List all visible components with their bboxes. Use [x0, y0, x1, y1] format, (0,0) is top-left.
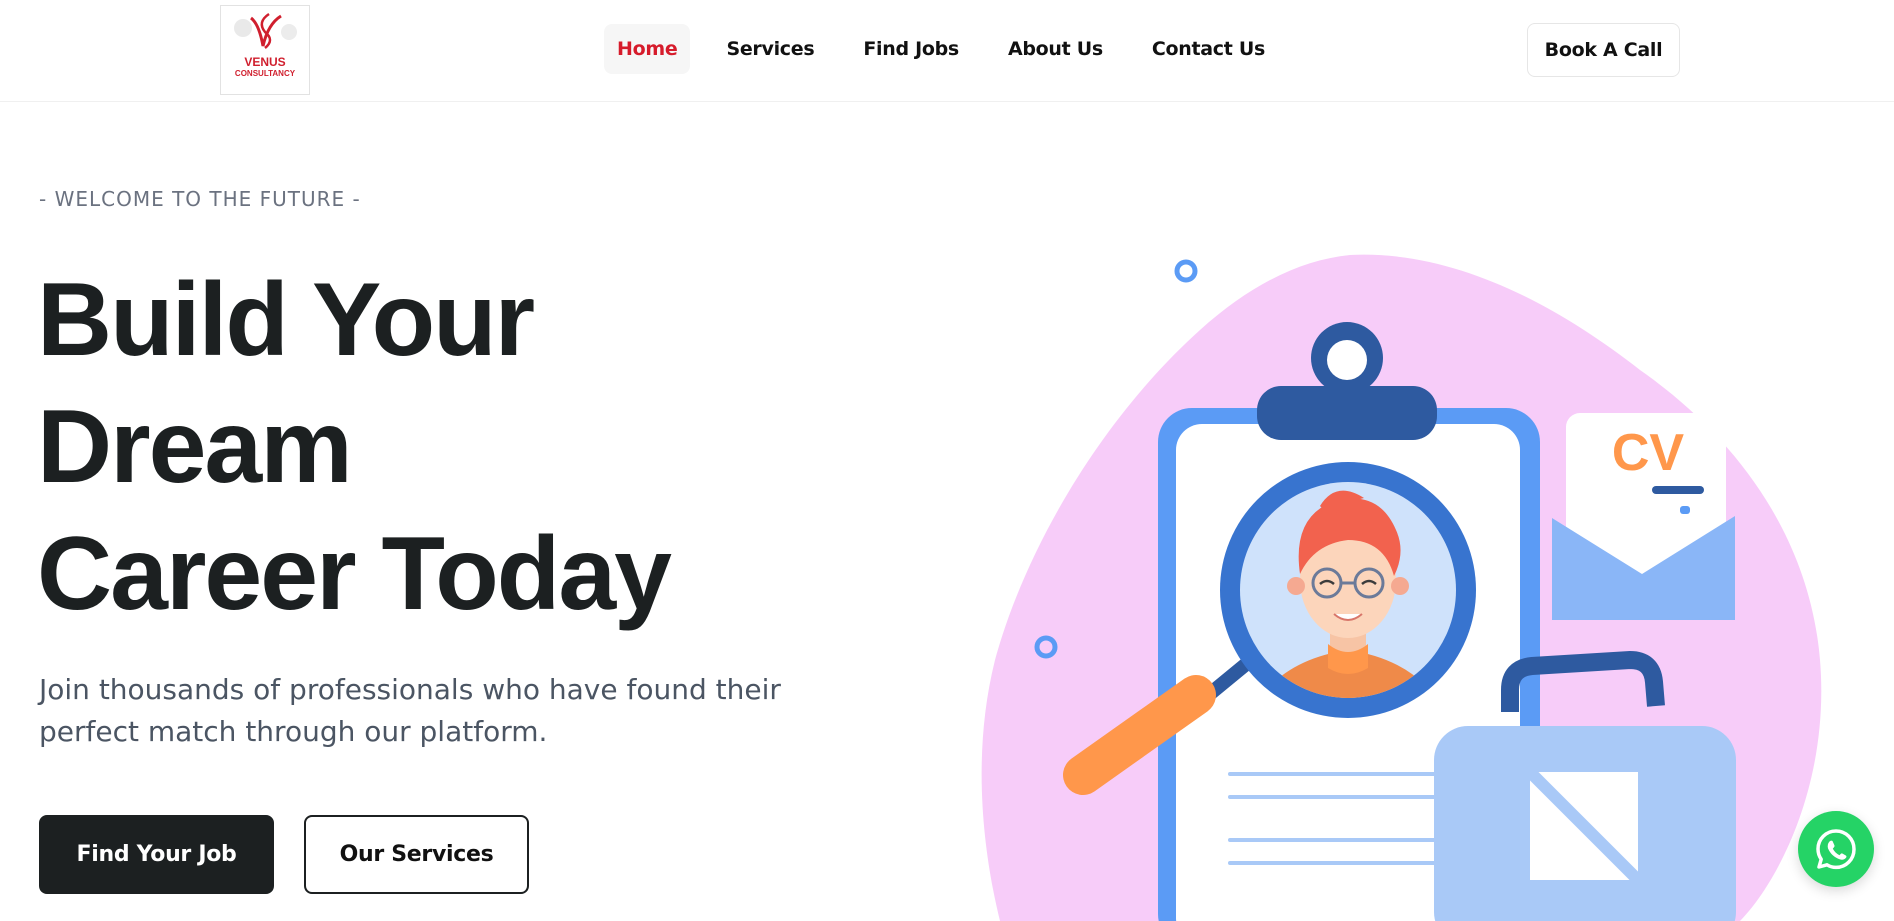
cv-label: CV: [1612, 424, 1685, 482]
nav-find-jobs[interactable]: Find Jobs: [850, 24, 972, 74]
hero-subtext: Join thousands of professionals who have…: [39, 673, 781, 748]
find-your-job-button[interactable]: Find Your Job: [39, 815, 274, 894]
main-nav: Home Services Find Jobs About Us Contact…: [604, 24, 1301, 74]
text-line: [1228, 772, 1438, 776]
headline-line-1: Build Your: [37, 262, 535, 378]
whatsapp-button[interactable]: [1798, 811, 1874, 887]
decor-ring-icon: [1174, 259, 1198, 283]
logo-monogram-icon: [234, 12, 297, 49]
logo-text-secondary: CONSULTANCY: [234, 69, 296, 78]
hero-illustration: CV: [981, 254, 1822, 921]
nav-services[interactable]: Services: [713, 24, 827, 74]
nav-contact-us[interactable]: Contact Us: [1139, 24, 1278, 74]
nav-about-us[interactable]: About Us: [995, 24, 1116, 74]
headline-line-3: Career Today: [37, 516, 672, 632]
hero-headline: Build Your Dream Career Today: [37, 257, 837, 638]
text-line: [1228, 795, 1438, 799]
headline-line-2: Dream: [37, 389, 353, 505]
clipboard-clip: [1257, 386, 1437, 440]
logo-text-primary: VENUS: [244, 55, 286, 69]
brand-logo[interactable]: VENUS CONSULTANCY: [220, 5, 310, 95]
text-line: [1228, 838, 1438, 842]
nav-home[interactable]: Home: [604, 24, 691, 74]
hero-eyebrow: - WELCOME TO THE FUTURE -: [39, 187, 361, 211]
whatsapp-icon: [1816, 829, 1856, 870]
our-services-button[interactable]: Our Services: [304, 815, 529, 894]
site-header: VENUS CONSULTANCY Home Services Find Job…: [0, 0, 1894, 102]
text-line: [1228, 861, 1438, 865]
book-a-call-button[interactable]: Book A Call: [1527, 23, 1680, 77]
